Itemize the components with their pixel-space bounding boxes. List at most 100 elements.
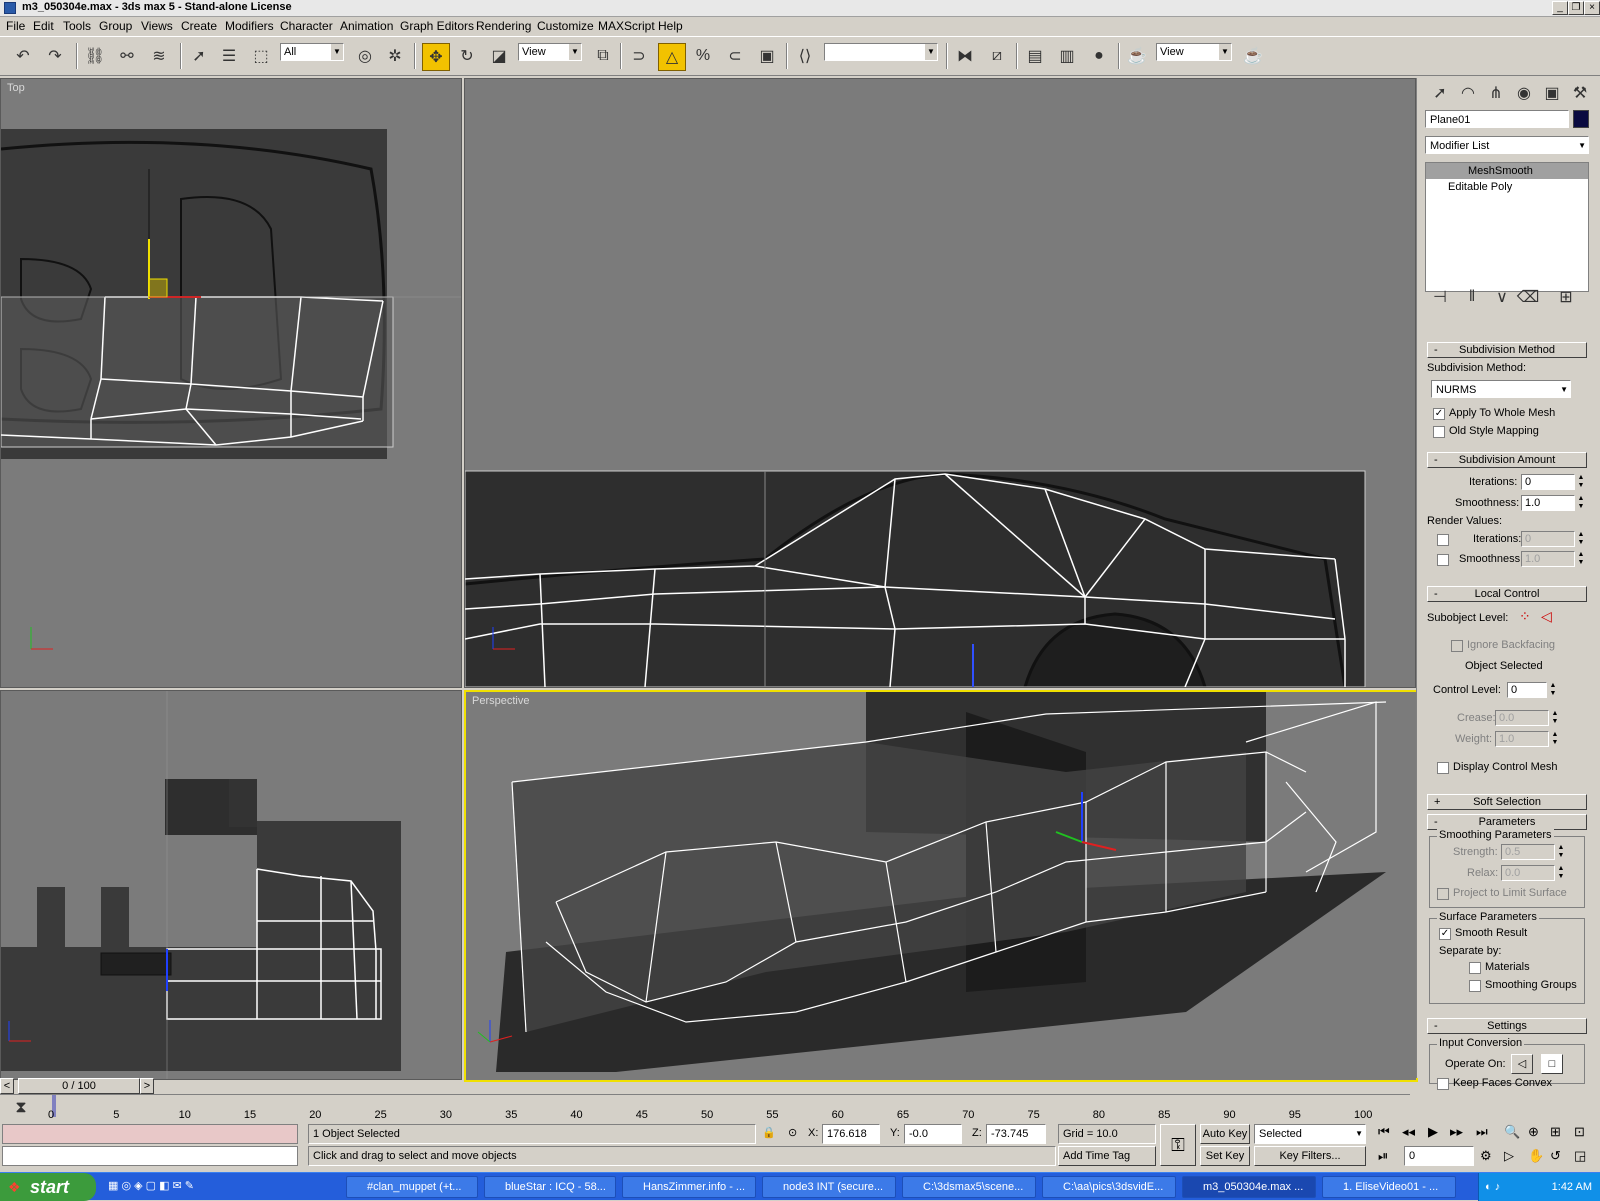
menu-modifiers[interactable]: Modifiers xyxy=(225,19,274,33)
separate-smoothing-groups-checkbox[interactable] xyxy=(1469,980,1481,992)
select-and-rotate-icon[interactable]: ↻ xyxy=(454,43,480,69)
tray-icons[interactable]: ◐ ♪ xyxy=(1485,1173,1500,1201)
quick-render-icon[interactable]: ☕ xyxy=(1240,43,1266,69)
maximize-viewport-icon[interactable]: ◲ xyxy=(1574,1148,1586,1164)
smoothness-spinner[interactable]: 1.0 ▲ ▼ xyxy=(1521,495,1584,511)
key-mode-dropdown[interactable]: Selected ▼ xyxy=(1254,1124,1366,1144)
menu-edit[interactable]: Edit xyxy=(33,19,54,33)
arc-rotate-icon[interactable]: ↺ xyxy=(1550,1148,1561,1164)
go-to-end-icon[interactable]: ⏭ xyxy=(1476,1124,1488,1140)
render-iterations-spinner[interactable]: 0 ▲ ▼ xyxy=(1521,531,1584,547)
redo-icon[interactable]: ↷ xyxy=(42,43,68,69)
absolute-mode-icon[interactable]: ⊙ xyxy=(788,1126,797,1139)
zoom-icon[interactable]: 🔍 xyxy=(1504,1124,1520,1140)
utilities-tab-icon[interactable]: ⚒ xyxy=(1567,80,1593,106)
curve-editor-icon[interactable]: ⧗ xyxy=(8,1095,34,1121)
taskbar-item[interactable]: node3 INT (secure... xyxy=(762,1176,896,1198)
time-prev-icon[interactable]: < xyxy=(0,1078,14,1094)
stack-item-meshsmooth[interactable]: MeshSmooth xyxy=(1426,163,1588,179)
zoom-extents-all-icon[interactable]: ⊡ xyxy=(1574,1124,1585,1140)
rollout-parameters[interactable]: - Parameters xyxy=(1427,814,1587,830)
lock-icon[interactable]: 🔒 xyxy=(762,1126,776,1139)
select-and-move-icon[interactable]: ✥ xyxy=(422,43,450,71)
configure-sets-icon[interactable]: ⊞ xyxy=(1553,284,1579,310)
y-coord-field[interactable]: -0.0 xyxy=(904,1124,962,1144)
quicklaunch-icons[interactable]: ▦ ◎ ◈ ▢ ◧ ✉ ✎ xyxy=(108,1179,194,1192)
iterations-spinner[interactable]: 0 ▲ ▼ xyxy=(1521,474,1584,490)
menu-graph-editors[interactable]: Graph Editors xyxy=(400,19,474,33)
field-of-view-icon[interactable]: ▷ xyxy=(1504,1148,1514,1164)
auto-key-button[interactable]: Auto Key xyxy=(1200,1124,1250,1144)
project-limit-surface-checkbox[interactable] xyxy=(1437,888,1449,900)
menu-tools[interactable]: Tools xyxy=(63,19,91,33)
minimize-button[interactable]: _ xyxy=(1552,1,1568,15)
hierarchy-tab-icon[interactable]: ⋔ xyxy=(1483,80,1509,106)
control-level-spinner[interactable]: 0 ▲ ▼ xyxy=(1507,682,1556,698)
edit-named-selection-icon[interactable]: ▣ xyxy=(754,43,780,69)
menu-customize[interactable]: Customize xyxy=(537,19,594,33)
time-slider[interactable]: < 0 / 100 > xyxy=(0,1078,460,1094)
add-time-tag-button[interactable]: Add Time Tag xyxy=(1058,1146,1156,1166)
operate-on-triangles-button[interactable]: ◁ xyxy=(1511,1054,1533,1074)
object-name-field[interactable]: Plane01 xyxy=(1425,110,1569,128)
menu-rendering[interactable]: Rendering xyxy=(476,19,531,33)
next-frame-icon[interactable]: ▸▸ xyxy=(1450,1124,1463,1140)
render-scene-icon[interactable]: ☕ xyxy=(1124,43,1150,69)
render-smoothness-spinner[interactable]: 1.0 ▲ ▼ xyxy=(1521,551,1584,567)
angle-snap-icon[interactable]: △ xyxy=(658,43,686,71)
select-object-icon[interactable]: ➚ xyxy=(186,43,212,69)
spinner-snap-icon[interactable]: ⊂ xyxy=(722,43,748,69)
show-end-result-icon[interactable]: ‖ xyxy=(1459,284,1485,310)
rollout-subdivision-method[interactable]: - Subdivision Method xyxy=(1427,342,1587,358)
select-and-manipulate-icon[interactable]: ✲ xyxy=(382,43,408,69)
ignore-backfacing-checkbox[interactable] xyxy=(1451,640,1463,652)
time-next-icon[interactable]: > xyxy=(140,1078,154,1094)
modify-tab-icon[interactable]: ◠ xyxy=(1455,80,1481,106)
rollout-soft-selection[interactable]: + Soft Selection xyxy=(1427,794,1587,810)
close-button[interactable]: × xyxy=(1584,1,1600,15)
subdivision-method-dropdown[interactable]: NURMS ▼ xyxy=(1431,380,1571,398)
play-icon[interactable]: ▶ xyxy=(1428,1124,1438,1140)
separate-materials-checkbox[interactable] xyxy=(1469,962,1481,974)
pin-stack-icon[interactable]: ⊣ xyxy=(1427,284,1453,310)
pivot-center-icon[interactable]: ⧉ xyxy=(590,43,616,69)
operate-on-polygons-button[interactable]: □ xyxy=(1541,1054,1563,1074)
stack-item-editable-poly[interactable]: Editable Poly xyxy=(1426,179,1588,195)
display-tab-icon[interactable]: ▣ xyxy=(1539,80,1565,106)
motion-tab-icon[interactable]: ◉ xyxy=(1511,80,1537,106)
selection-filter-dropdown[interactable]: All ▼ xyxy=(280,43,344,61)
relax-spinner[interactable]: 0.0 ▲ ▼ xyxy=(1501,865,1564,881)
set-key-mode-icon[interactable]: ⚿ xyxy=(1160,1124,1196,1166)
taskbar-item-active[interactable]: m3_050304e.max ... xyxy=(1182,1176,1316,1198)
render-smoothness-checkbox[interactable] xyxy=(1437,554,1449,566)
make-unique-icon[interactable]: ∨ xyxy=(1489,284,1515,310)
schematic-view-icon[interactable]: ▥ xyxy=(1054,43,1080,69)
track-bar[interactable]: ⧗ 0 5 10 15 20 25 30 35 40 45 50 55 60 65 70 75 80 85 90 95… xyxy=(0,1094,1410,1121)
mirror-icon[interactable]: ⧓ xyxy=(952,43,978,69)
taskbar-item[interactable]: 1. EliseVideo01 - ... xyxy=(1322,1176,1456,1198)
select-and-scale-icon[interactable]: ◪ xyxy=(486,43,512,69)
taskbar-item[interactable]: blueStar : ICQ - 58... xyxy=(484,1176,616,1198)
viewport-perspective[interactable]: Perspective xyxy=(464,690,1418,1082)
rollout-local-control[interactable]: - Local Control xyxy=(1427,586,1587,602)
menu-file[interactable]: File xyxy=(6,19,25,33)
menu-maxscript[interactable]: MAXScript xyxy=(598,19,655,33)
strength-spinner[interactable]: 0.5 ▲ ▼ xyxy=(1501,844,1564,860)
bind-space-warp-icon[interactable]: ≋ xyxy=(146,43,172,69)
restore-button[interactable]: ❐ xyxy=(1568,1,1584,15)
taskbar-item[interactable]: C:\3dsmax5\scene... xyxy=(902,1176,1036,1198)
reference-coord-dropdown[interactable]: View ▼ xyxy=(518,43,582,61)
percent-snap-icon[interactable]: % xyxy=(690,43,716,69)
viewport-top[interactable]: Top xyxy=(0,78,462,688)
zoom-all-icon[interactable]: ⊕ xyxy=(1528,1124,1539,1140)
taskbar-item[interactable]: HansZimmer.info - ... xyxy=(622,1176,756,1198)
viewport-front[interactable] xyxy=(0,690,462,1080)
x-coord-field[interactable]: 176.618 xyxy=(822,1124,880,1144)
unlink-icon[interactable]: ⚯ xyxy=(114,43,140,69)
select-by-name-icon[interactable]: ☰ xyxy=(216,43,242,69)
menu-animation[interactable]: Animation xyxy=(340,19,393,33)
time-slider-thumb[interactable]: 0 / 100 xyxy=(18,1078,140,1094)
object-color-swatch[interactable] xyxy=(1573,110,1589,128)
undo-icon[interactable]: ↶ xyxy=(10,43,36,69)
vertex-level-icon[interactable]: ⁘ xyxy=(1519,608,1531,625)
